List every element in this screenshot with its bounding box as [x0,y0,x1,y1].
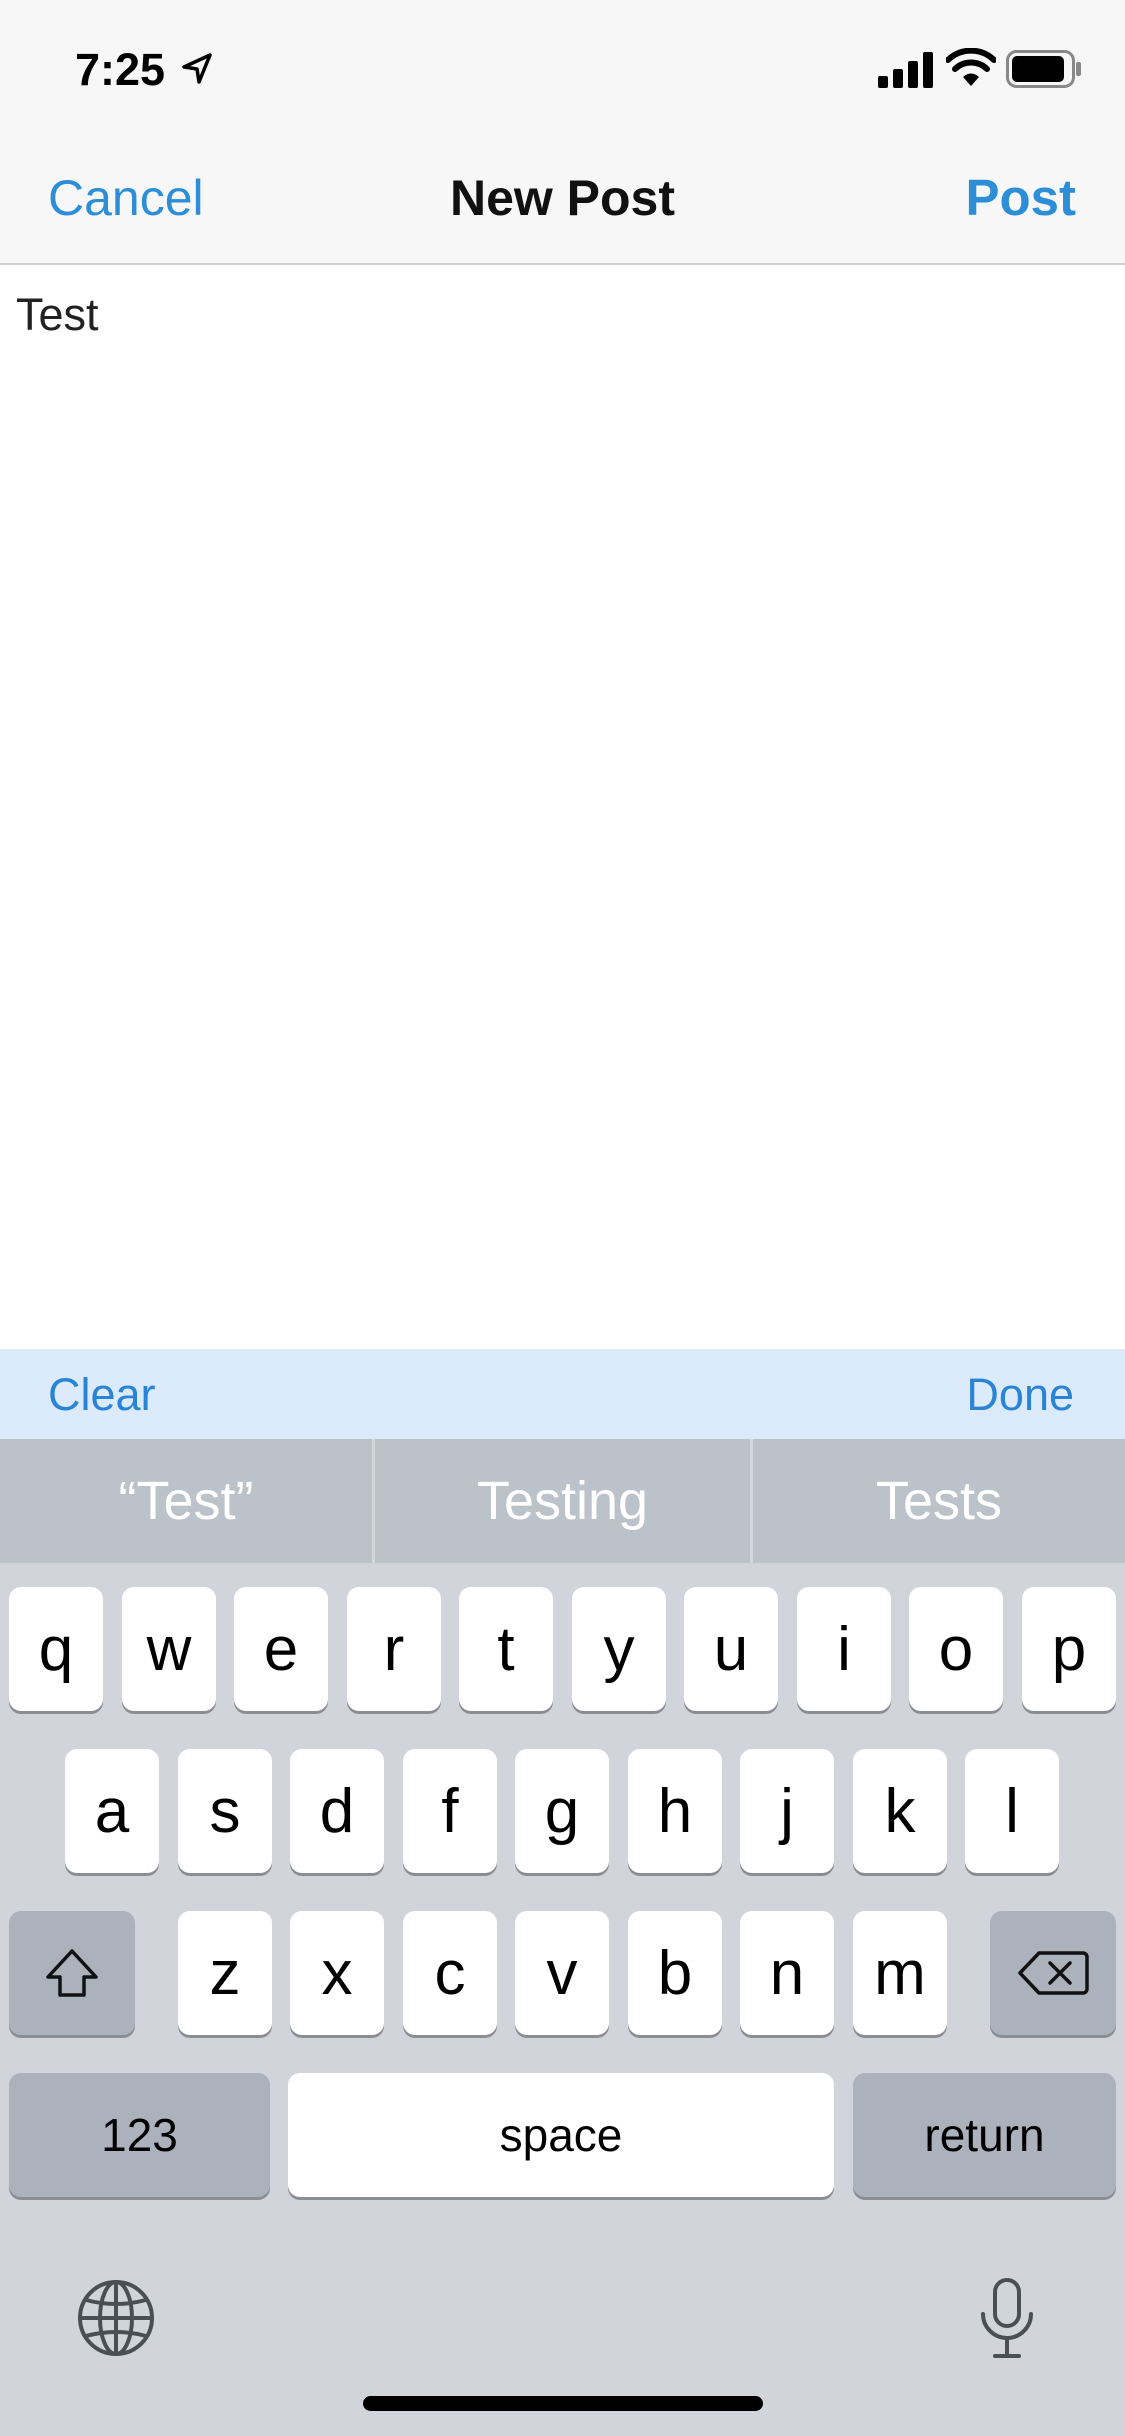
post-button[interactable]: Post [965,168,1076,228]
key-q[interactable]: q [9,1587,103,1711]
key-c[interactable]: c [403,1911,497,2035]
cellular-signal-icon [878,52,933,88]
status-time: 7:25 [75,44,166,95]
key-o[interactable]: o [909,1587,1003,1711]
key-i[interactable]: i [797,1587,891,1711]
key-s[interactable]: s [178,1749,272,1873]
key-n[interactable]: n [740,1911,834,2035]
key-t[interactable]: t [459,1587,553,1711]
key-v[interactable]: v [515,1911,609,2035]
key-g[interactable]: g [515,1749,609,1873]
home-indicator[interactable] [363,2396,763,2411]
key-j[interactable]: j [740,1749,834,1873]
globe-icon[interactable] [76,2278,156,2358]
key-m[interactable]: m [853,1911,947,2035]
battery-icon [1006,50,1081,88]
prediction-suggestion[interactable]: “Test” [0,1439,372,1563]
backspace-icon [1018,1951,1089,1995]
key-b[interactable]: b [628,1911,722,2035]
key-h[interactable]: h [628,1749,722,1873]
key-a[interactable]: a [65,1749,159,1873]
done-button[interactable]: Done [966,1367,1074,1423]
key-p[interactable]: p [1022,1587,1116,1711]
key-d[interactable]: d [290,1749,384,1873]
location-arrow-icon [182,53,212,84]
key-u[interactable]: u [684,1587,778,1711]
backspace-key[interactable] [990,1911,1116,2035]
prediction-suggestion[interactable]: Tests [753,1439,1125,1563]
key-f[interactable]: f [403,1749,497,1873]
numbers-key[interactable]: 123 [9,2073,270,2197]
space-key[interactable]: space [288,2073,834,2197]
wifi-icon [946,48,996,86]
key-z[interactable]: z [178,1911,272,2035]
key-r[interactable]: r [347,1587,441,1711]
prediction-suggestion[interactable]: Testing [375,1439,750,1563]
shift-key[interactable] [9,1911,135,2035]
key-e[interactable]: e [234,1587,328,1711]
return-key[interactable]: return [853,2073,1116,2197]
shift-icon [46,1949,98,1997]
key-y[interactable]: y [572,1587,666,1711]
key-l[interactable]: l [965,1749,1059,1873]
key-w[interactable]: w [122,1587,216,1711]
cancel-button[interactable]: Cancel [48,168,204,228]
keyboard-accessory-bar [0,1349,1125,1439]
key-k[interactable]: k [853,1749,947,1873]
post-text-area[interactable]: Test [16,285,1106,1335]
clear-button[interactable]: Clear [48,1367,156,1423]
microphone-icon[interactable] [975,2276,1039,2360]
key-x[interactable]: x [290,1911,384,2035]
